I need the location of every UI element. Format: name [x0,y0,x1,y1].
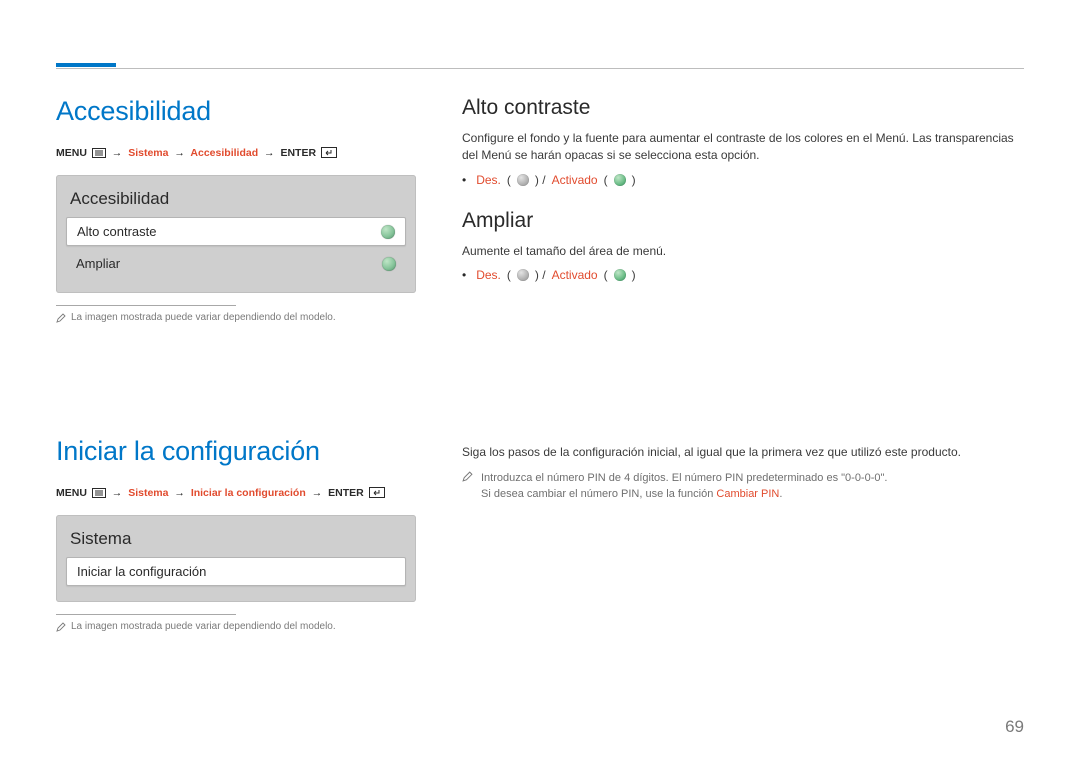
info-note-line2c: . [779,488,782,500]
state-line-alto-contraste: Des. () / Activado () [462,173,1024,187]
radio-on-icon [614,269,626,281]
mock-row-iniciar[interactable]: Iniciar la configuración [66,557,406,586]
mock-panel-title: Accesibilidad [66,185,406,217]
section-title-iniciar: Iniciar la configuración [56,436,416,467]
mock-panel-accesibilidad: Accesibilidad Alto contraste Ampliar [56,175,416,293]
footnote-text: La imagen mostrada puede variar dependie… [71,312,336,323]
block-ampliar: Ampliar Aumente el tamaño del área de me… [462,209,1024,282]
state-off-label: Des. [476,268,501,282]
radio-off-icon [517,174,529,186]
page-number: 69 [1005,717,1024,737]
info-note-cambiar-pin: Cambiar PIN [716,488,779,500]
radio-off-icon [517,269,529,281]
toggle-dot-icon [382,257,396,271]
mock-row-label: Ampliar [76,256,120,271]
breadcrumb-menu: MENU [56,147,87,159]
footnote-text: La imagen mostrada puede variar dependie… [71,621,336,632]
footnote-accesibilidad: La imagen mostrada puede variar dependie… [56,312,416,326]
breadcrumb-enter: ENTER [280,147,316,159]
block-iniciar-desc: Siga los pasos de la configuración inici… [462,444,1024,502]
enter-icon [369,487,385,501]
toggle-dot-icon [381,225,395,239]
pencil-icon [56,313,66,326]
pencil-icon [56,622,66,635]
state-on-label: Activado [552,173,598,187]
breadcrumb-menu: MENU [56,487,87,499]
header-tab-marker [56,63,116,67]
mock-row-label: Alto contraste [77,224,157,239]
menu-icon [92,148,106,161]
menu-icon [92,488,106,501]
breadcrumb-sistema: Sistema [128,487,168,499]
breadcrumb-iniciar: MENU → Sistema → Iniciar la configuració… [56,487,416,501]
mock-row-ampliar[interactable]: Ampliar [66,250,406,277]
info-note-line1: Introduzca el número PIN de 4 dígitos. E… [481,472,887,484]
header-rule [56,68,1024,69]
pencil-icon [462,471,473,503]
breadcrumb-accesibilidad-item: Accesibilidad [190,147,258,159]
footnote-iniciar: La imagen mostrada puede variar dependie… [56,621,416,635]
breadcrumb-sistema: Sistema [128,147,168,159]
state-off-label: Des. [476,173,501,187]
mock-row-label: Iniciar la configuración [77,564,206,579]
desc-alto-contraste: Configure el fondo y la fuente para aume… [462,130,1024,165]
breadcrumb-enter: ENTER [328,487,364,499]
desc-ampliar: Aumente el tamaño del área de menú. [462,243,1024,260]
info-note-line2a: Si desea cambiar el número PIN, use la f… [481,488,716,500]
info-note-text: Introduzca el número PIN de 4 dígitos. E… [481,470,887,503]
info-note-pin: Introduzca el número PIN de 4 dígitos. E… [462,470,1024,503]
footnote-rule [56,305,236,306]
desc-iniciar: Siga los pasos de la configuración inici… [462,444,1024,461]
subtitle-ampliar: Ampliar [462,209,1024,233]
radio-on-icon [614,174,626,186]
mock-panel-title: Sistema [66,525,406,557]
state-line-ampliar: Des. () / Activado () [462,268,1024,282]
state-on-label: Activado [552,268,598,282]
mock-panel-sistema: Sistema Iniciar la configuración [56,515,416,602]
mock-row-alto-contraste[interactable]: Alto contraste [66,217,406,246]
breadcrumb-accesibilidad: MENU → Sistema → Accesibilidad → ENTER [56,147,416,161]
breadcrumb-iniciar-item: Iniciar la configuración [191,487,306,499]
subtitle-alto-contraste: Alto contraste [462,96,1024,120]
enter-icon [321,147,337,161]
footnote-rule [56,614,236,615]
section-title-accesibilidad: Accesibilidad [56,96,416,127]
block-alto-contraste: Alto contraste Configure el fondo y la f… [462,96,1024,187]
